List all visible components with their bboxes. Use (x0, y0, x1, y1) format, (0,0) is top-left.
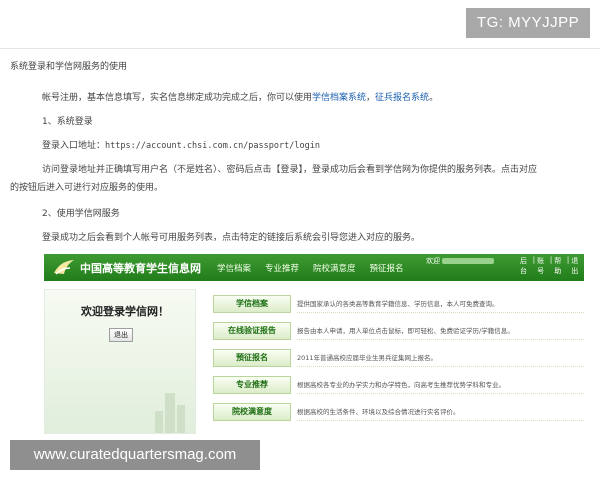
heading-use-services: 2、使用学信网服务 (42, 209, 120, 219)
nav-archive[interactable]: 学信档案 (210, 262, 258, 274)
login-url[interactable]: https://account.chsi.com.cn/passport/log… (105, 141, 320, 151)
intro-text-mid: ， (366, 93, 376, 103)
paragraph-login-steps-cont: 的按钮后进入可进行对应服务的使用。 (10, 183, 164, 193)
portal-nav: 学信档案 专业推荐 院校满意度 預征报名 (210, 262, 411, 274)
service-desc-enlistment: 2011年普通高校应届毕业生男兵征集网上报名。 (297, 349, 584, 367)
header-divider (0, 48, 600, 49)
building-graphic (177, 405, 185, 433)
building-graphic (165, 393, 175, 433)
paragraph-intro: 帐号注册，基本信息填写，实名信息绑定成功完成之后，你可以使用学信档案系统，征兵报… (42, 90, 438, 103)
building-graphic (155, 411, 163, 433)
blurred-username (442, 258, 495, 264)
service-desc-archive: 提供国家承认的各类高等教育学籍信息、学历信息，本人可免费查询。 (297, 295, 584, 313)
nav-satisfaction[interactable]: 院校满意度 (306, 262, 363, 274)
intro-text-after: 。 (429, 93, 439, 103)
section-title: 系统登录和学信网服务的使用 (10, 62, 128, 72)
archive-system-link[interactable]: 学信档案系统 (312, 93, 366, 103)
service-desc-verify-report: 报告由本人申请，用人单位点击鼠标，即可轻松、免费验证学历/学籍信息。 (297, 322, 584, 340)
paragraph-login-steps: 访问登录地址并正确填写用户名（不是姓名）、密码后点击【登录】，登录成功后会看到学… (42, 165, 538, 175)
login-entry-label: 登录入口地址： (42, 141, 106, 151)
portal-top-links: 后台 | 账号 | 帮助 | 退出 (518, 256, 584, 276)
login-entry: 登录入口地址：https://account.chsi.com.cn/passp… (42, 138, 320, 151)
portal-site-name: 中国高等教育学生信息网 (80, 262, 201, 275)
toplink-help[interactable]: 帮助 (552, 256, 567, 276)
enlistment-system-link[interactable]: 征兵报名系统 (375, 93, 429, 103)
toplink-logout[interactable]: 退出 (569, 256, 584, 276)
welcome-user: 欢迎 (426, 256, 495, 266)
portal-screenshot: 中国高等教育学生信息网 学信档案 专业推荐 院校满意度 預征报名 欢迎 后台 | … (44, 254, 584, 434)
login-panel: 欢迎登录学信网！ 退出 (44, 289, 196, 434)
login-welcome-title: 欢迎登录学信网！ (81, 305, 169, 318)
watermark-banner: www.curatedquartersmag.com (10, 440, 260, 470)
service-button-verify-report[interactable]: 在线验证报告 (213, 322, 291, 340)
service-button-enlistment[interactable]: 預征报名 (213, 349, 291, 367)
paragraph-services: 登录成功之后会看到个人帐号可用服务列表，点击特定的链接后系统会引导您进入对应的服… (42, 233, 421, 243)
service-button-major-recommend[interactable]: 专业推荐 (213, 376, 291, 394)
logout-button[interactable]: 退出 (109, 328, 133, 342)
portal-header: 中国高等教育学生信息网 学信档案 专业推荐 院校满意度 預征报名 欢迎 后台 | … (44, 254, 584, 281)
service-desc-satisfaction: 根据高校的生活条件、环境以及综合情况进行实名评价。 (297, 403, 584, 421)
tg-badge: TG: MYYJJPP (466, 8, 590, 38)
intro-text-before: 帐号注册，基本信息填写，实名信息绑定成功完成之后，你可以使用 (42, 93, 313, 103)
heading-system-login: 1、系统登录 (42, 117, 93, 127)
service-button-satisfaction[interactable]: 院校满意度 (213, 403, 291, 421)
service-button-archive[interactable]: 学信档案 (213, 295, 291, 313)
toplink-account[interactable]: 账号 (535, 256, 550, 276)
nav-enlistment[interactable]: 預征报名 (363, 262, 411, 274)
service-desc-major-recommend: 根据高校各专业的办学实力和办学特色，向高考生推荐优势学科和专业。 (297, 376, 584, 394)
chsi-logo-icon (54, 260, 74, 275)
nav-major-recommend[interactable]: 专业推荐 (258, 262, 306, 274)
toplink-admin[interactable]: 后台 (518, 256, 533, 276)
welcome-label: 欢迎 (426, 257, 440, 265)
